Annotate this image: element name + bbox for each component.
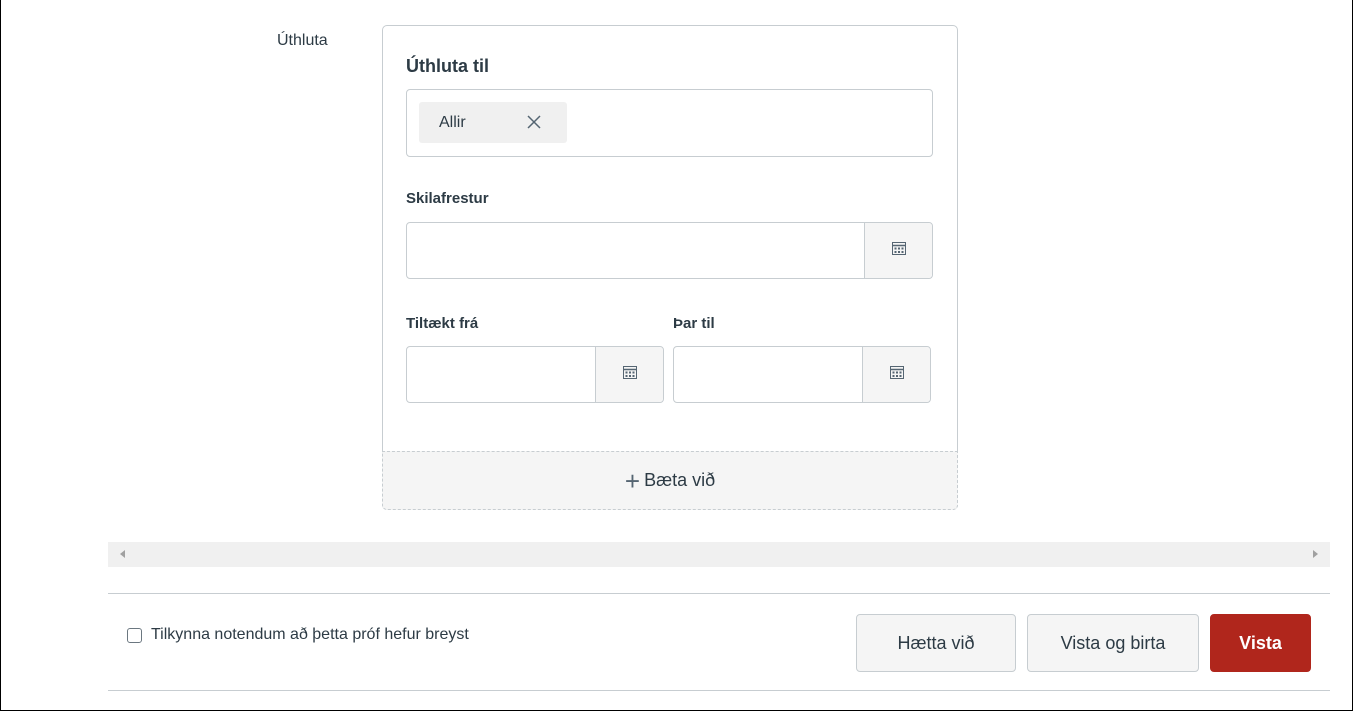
cancel-button[interactable]: Hætta við: [856, 614, 1016, 672]
scroll-left-arrow-icon[interactable]: [120, 550, 125, 558]
page-frame: Úthluta Úthluta til Allir Skilafrestur T…: [0, 0, 1353, 711]
assignee-token-label: Allir: [439, 113, 466, 131]
close-icon[interactable]: [526, 114, 542, 130]
scroll-right-arrow-icon[interactable]: [1313, 550, 1318, 558]
horizontal-scrollbar[interactable]: [108, 542, 1330, 567]
assign-to-input[interactable]: Allir: [406, 89, 933, 157]
footer-bottom-divider: [108, 690, 1330, 691]
plus-icon: +: [624, 465, 641, 496]
available-from-input[interactable]: [407, 347, 595, 402]
due-date-label: Skilafrestur: [406, 190, 489, 207]
save-and-publish-button[interactable]: Vista og birta: [1027, 614, 1199, 672]
until-label: Þar til: [673, 315, 715, 332]
due-date-input[interactable]: [407, 223, 864, 278]
assignee-token: Allir: [419, 102, 567, 143]
save-button[interactable]: Vista: [1210, 614, 1311, 672]
notify-users-checkbox[interactable]: [127, 627, 142, 643]
calendar-icon: [891, 240, 907, 261]
footer-top-divider: [108, 593, 1330, 594]
calendar-icon: [889, 364, 905, 385]
add-assignment-button[interactable]: + Bæta við: [382, 451, 958, 510]
assign-card-body: Úthluta til Allir Skilafrestur Tiltækt f…: [383, 26, 957, 453]
assign-section-label: Úthluta: [277, 32, 328, 49]
add-assignment-label: Bæta við: [644, 470, 716, 490]
until-field: [673, 346, 931, 403]
calendar-icon: [622, 364, 638, 385]
until-calendar-button[interactable]: [862, 347, 930, 402]
due-date-field: [406, 222, 933, 279]
available-from-field: [406, 346, 664, 403]
available-from-label: Tiltækt frá: [406, 315, 479, 332]
assign-card: Úthluta til Allir Skilafrestur Tiltækt f…: [382, 25, 958, 510]
notify-users-label: Tilkynna notendum að þetta próf hefur br…: [151, 626, 469, 643]
due-date-calendar-button[interactable]: [864, 223, 932, 278]
assign-to-heading: Úthluta til: [406, 56, 489, 76]
until-input[interactable]: [674, 347, 862, 402]
available-from-calendar-button[interactable]: [595, 347, 663, 402]
notify-users-option[interactable]: Tilkynna notendum að þetta próf hefur br…: [127, 626, 469, 644]
